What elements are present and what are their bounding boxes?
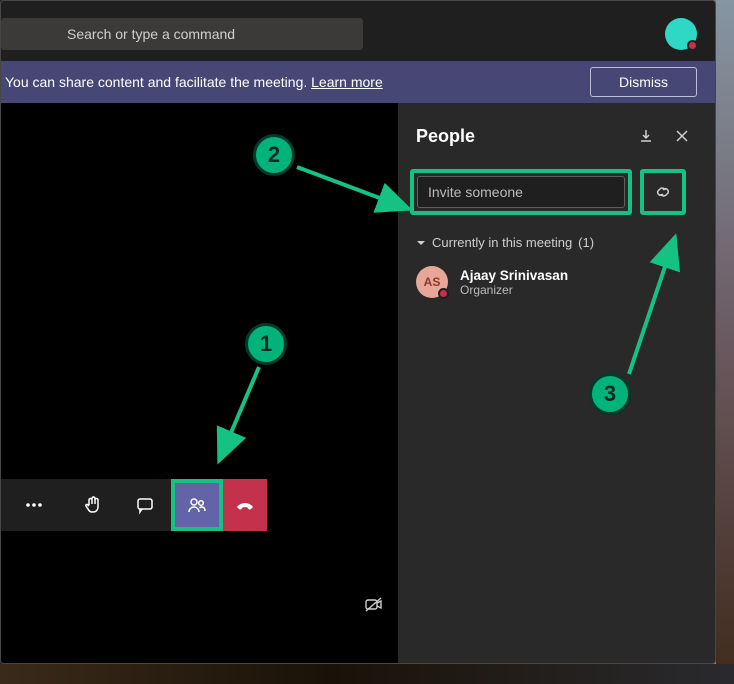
facilitator-notice-bar: You can share content and facilitate the… xyxy=(1,61,715,103)
people-panel-header: People xyxy=(398,121,715,169)
annotation-2: 2 xyxy=(253,134,295,176)
annotation-3: 3 xyxy=(589,373,631,415)
search-input[interactable]: Search or type a command xyxy=(1,18,363,50)
hangup-icon xyxy=(234,494,256,516)
share-link-icon xyxy=(654,183,672,201)
teams-app-window: Search or type a command You can share c… xyxy=(0,0,716,664)
invite-row xyxy=(398,169,715,227)
notice-message: You can share content and facilitate the… xyxy=(5,74,311,90)
meeting-video-area xyxy=(1,103,398,663)
participants-button[interactable] xyxy=(171,479,223,531)
download-icon xyxy=(638,128,654,144)
people-icon xyxy=(187,495,207,515)
camera-off-indicator xyxy=(364,596,384,619)
currently-in-meeting-section[interactable]: Currently in this meeting (1) xyxy=(398,227,715,258)
camera-off-icon xyxy=(364,596,384,614)
presence-busy-icon xyxy=(438,288,449,299)
invite-someone-input[interactable] xyxy=(417,176,625,208)
avatar-initials: AS xyxy=(424,275,441,289)
close-panel-button[interactable] xyxy=(667,121,697,151)
participant-avatar: AS xyxy=(416,266,448,298)
copy-link-highlight xyxy=(640,169,686,215)
call-controls-bar xyxy=(1,479,267,531)
dismiss-button[interactable]: Dismiss xyxy=(590,67,697,97)
top-bar: Search or type a command xyxy=(1,1,715,61)
section-label: Currently in this meeting xyxy=(432,235,572,250)
hang-up-button[interactable] xyxy=(223,479,267,531)
participant-role: Organizer xyxy=(460,283,568,297)
close-icon xyxy=(675,129,689,143)
annotation-1: 1 xyxy=(245,323,287,365)
search-placeholder: Search or type a command xyxy=(67,26,235,42)
invite-highlight xyxy=(410,169,632,215)
raise-hand-button[interactable] xyxy=(67,479,119,531)
people-panel: People Curren xyxy=(398,103,715,663)
learn-more-link[interactable]: Learn more xyxy=(311,74,383,90)
ellipsis-icon xyxy=(24,495,44,515)
hand-icon xyxy=(83,495,103,515)
presence-busy-icon xyxy=(687,40,698,51)
download-attendance-button[interactable] xyxy=(631,121,661,151)
participant-item[interactable]: AS Ajaay Srinivasan Organizer xyxy=(398,258,715,306)
chat-button[interactable] xyxy=(119,479,171,531)
copy-invite-link-button[interactable] xyxy=(647,176,679,208)
section-count: (1) xyxy=(578,235,594,250)
chevron-down-icon xyxy=(416,238,426,248)
participant-name: Ajaay Srinivasan xyxy=(460,268,568,283)
avatar[interactable] xyxy=(665,18,697,50)
chat-icon xyxy=(135,495,155,515)
more-actions-button[interactable] xyxy=(1,479,67,531)
notice-text: You can share content and facilitate the… xyxy=(5,74,383,90)
panel-title: People xyxy=(416,126,625,147)
